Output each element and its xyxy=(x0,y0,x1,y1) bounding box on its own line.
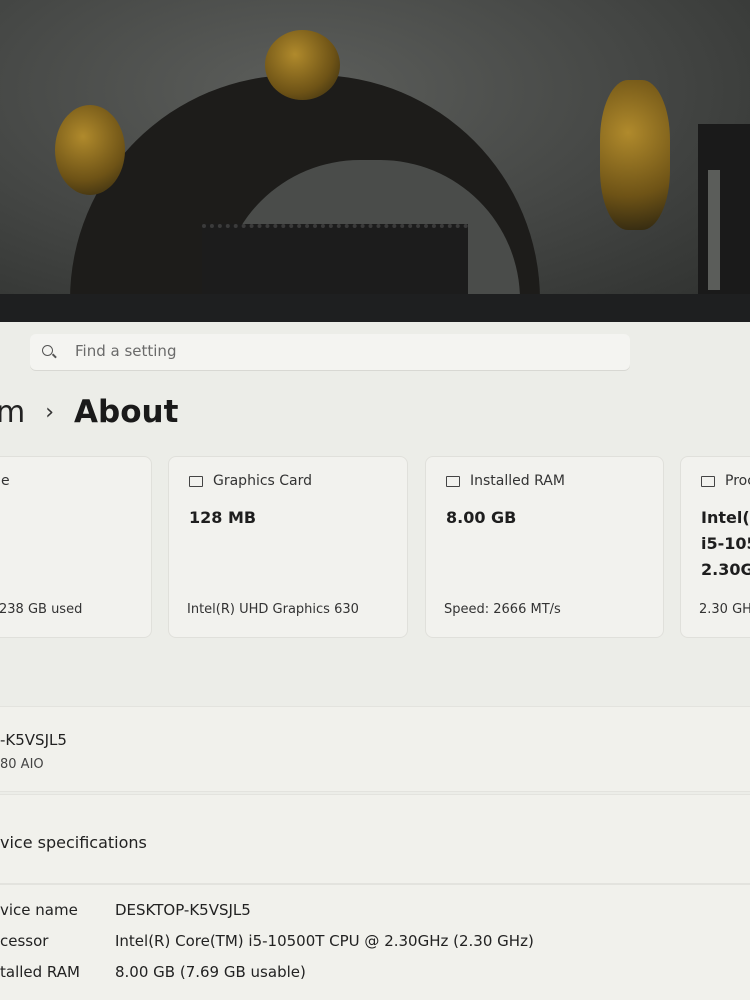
page-title: About xyxy=(74,394,179,430)
device-panel[interactable]: -K5VSJL5 80 AIO xyxy=(0,706,750,792)
storage-card-label: e xyxy=(1,473,10,489)
memory-icon xyxy=(446,475,460,487)
search-box[interactable]: Find a setting xyxy=(30,334,630,370)
gold-ornament-top xyxy=(265,30,340,100)
processor-value-line: i5-105 xyxy=(701,534,750,553)
device-specs-header[interactable]: vice specifications xyxy=(0,794,750,884)
processor-card[interactable]: Proc Intel(R i5-105 2.30GI 2.30 GH xyxy=(680,456,750,638)
storage-card-sub: 238 GB used xyxy=(0,602,83,617)
graphics-card-label: Graphics Card xyxy=(213,473,313,489)
monitor-bezel xyxy=(0,294,750,322)
spec-row: talled RAM 8.00 GB (7.69 GB usable) xyxy=(0,963,750,991)
spec-label: talled RAM xyxy=(0,963,80,981)
spec-label: vice name xyxy=(0,901,78,919)
breadcrumb: m › About xyxy=(0,390,178,434)
processor-card-value: Intel(R i5-105 2.30GI xyxy=(701,505,750,583)
dark-cabinet xyxy=(698,124,750,300)
spec-row: vice name DESKTOP-K5VSJL5 xyxy=(0,901,750,929)
spec-label: cessor xyxy=(0,932,49,950)
graphics-card-card[interactable]: Graphics Card 128 MB Intel(R) UHD Graphi… xyxy=(168,456,408,638)
gold-ornament-right xyxy=(600,80,670,230)
processor-value-line: Intel(R xyxy=(701,508,750,527)
search-icon xyxy=(42,345,53,356)
chevron-right-icon: › xyxy=(45,399,55,425)
device-model: 80 AIO xyxy=(0,757,44,772)
gold-ornament-left xyxy=(55,105,125,195)
spec-value: Intel(R) Core(TM) i5-10500T CPU @ 2.30GH… xyxy=(115,932,534,950)
display-icon xyxy=(189,475,203,487)
black-device xyxy=(202,224,468,304)
cabinet-panel xyxy=(708,170,720,290)
spec-row: cessor Intel(R) Core(TM) i5-10500T CPU @… xyxy=(0,932,750,960)
graphics-card-title: Graphics Card xyxy=(189,473,312,489)
storage-card-title: e xyxy=(1,473,10,489)
device-specs-table: vice name DESKTOP-K5VSJL5 cessor Intel(R… xyxy=(0,884,750,1000)
chip-icon xyxy=(701,475,715,487)
processor-value-line: 2.30GI xyxy=(701,560,750,579)
processor-card-label: Proc xyxy=(725,473,750,489)
search-input[interactable]: Find a setting xyxy=(75,342,176,360)
spec-value: 8.00 GB (7.69 GB usable) xyxy=(115,963,306,981)
settings-screen: Find a setting m › About e 238 GB used G… xyxy=(0,322,750,1000)
storage-card[interactable]: e 238 GB used xyxy=(0,456,152,638)
processor-card-title: Proc xyxy=(701,473,750,489)
device-specs-heading: vice specifications xyxy=(0,833,147,852)
spec-value: DESKTOP-K5VSJL5 xyxy=(115,901,251,919)
graphics-card-sub: Intel(R) UHD Graphics 630 xyxy=(187,602,359,617)
installed-ram-title: Installed RAM xyxy=(446,473,565,489)
installed-ram-value: 8.00 GB xyxy=(446,508,517,527)
processor-card-sub: 2.30 GH xyxy=(699,602,750,617)
installed-ram-label: Installed RAM xyxy=(470,473,565,489)
device-name: -K5VSJL5 xyxy=(0,731,67,749)
breadcrumb-parent[interactable]: m xyxy=(0,395,25,430)
installed-ram-sub: Speed: 2666 MT/s xyxy=(444,602,561,617)
graphics-card-value: 128 MB xyxy=(189,508,257,527)
installed-ram-card[interactable]: Installed RAM 8.00 GB Speed: 2666 MT/s xyxy=(425,456,664,638)
